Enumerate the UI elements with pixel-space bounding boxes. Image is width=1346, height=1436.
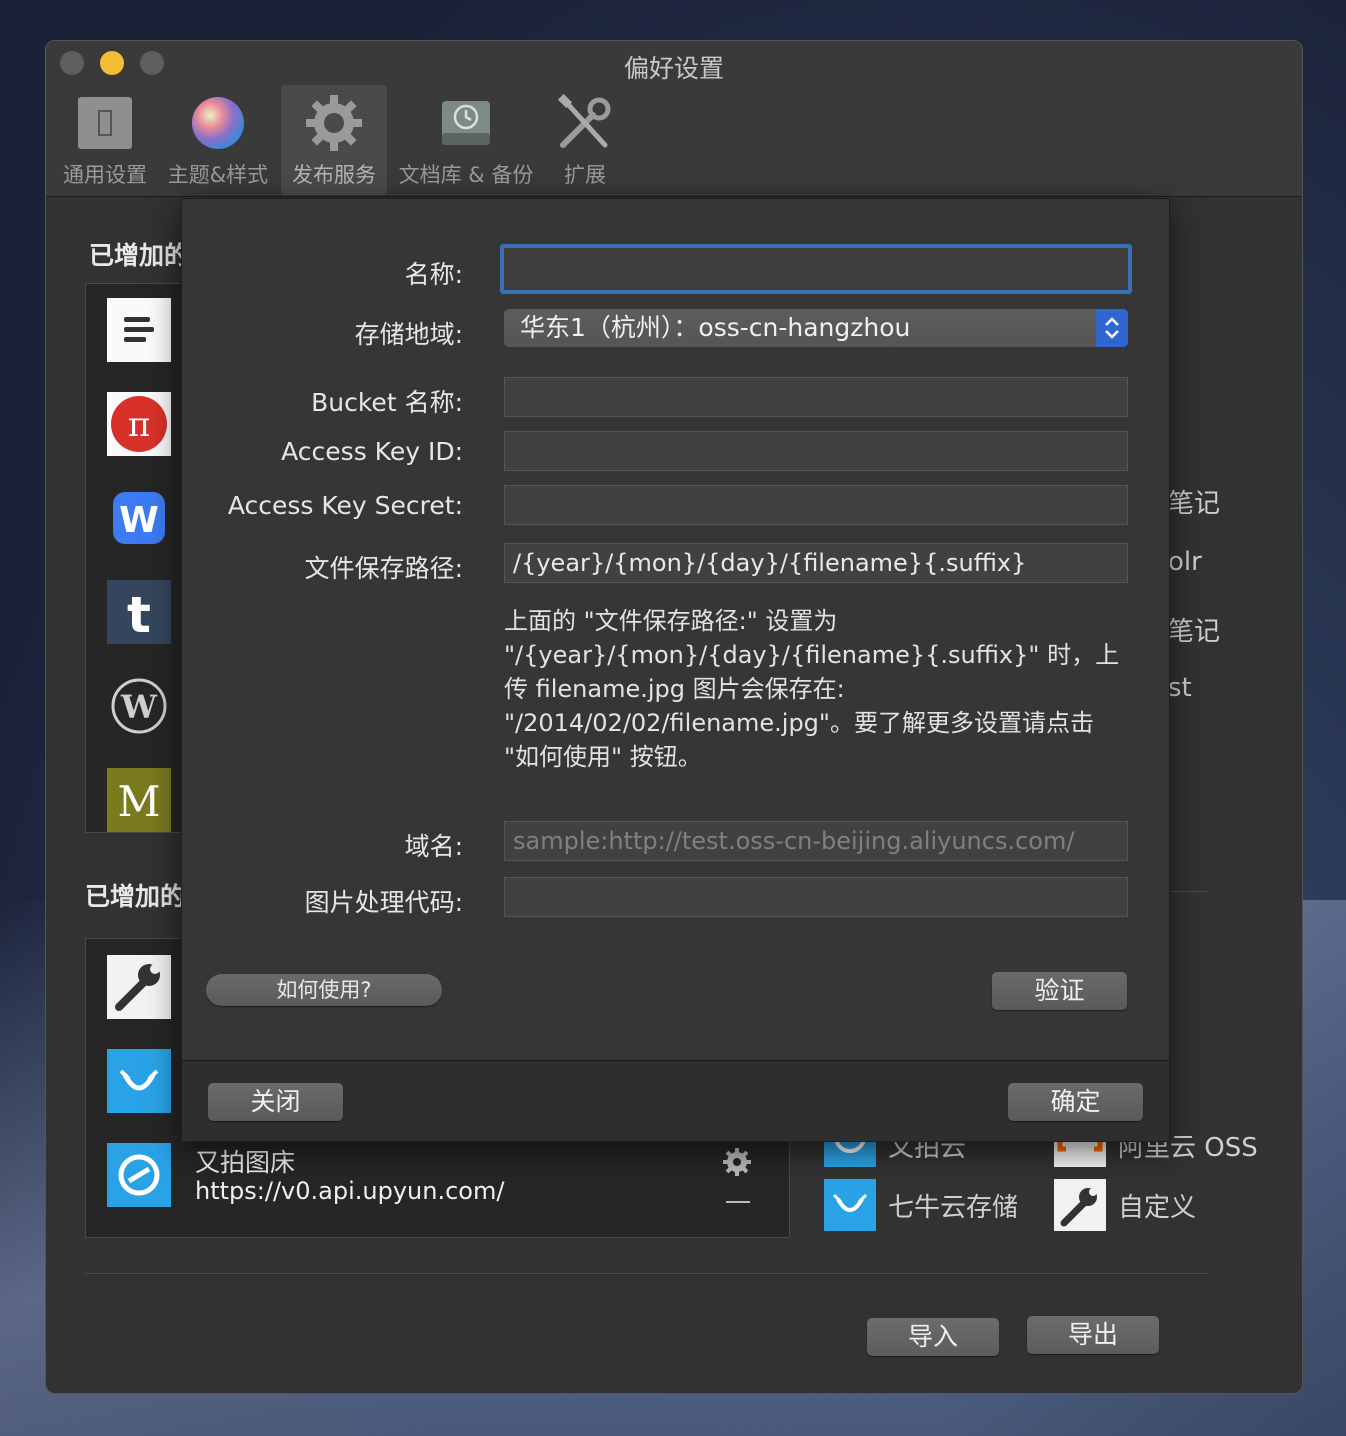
tab-label: 主题&样式: [167, 163, 269, 187]
svg-text:W: W: [119, 500, 159, 541]
pi-service-icon: π: [107, 392, 171, 456]
tab-general[interactable]: 通用设置: [58, 85, 152, 195]
color-wheel-icon: [192, 97, 244, 149]
bucket-label: Bucket 名称:: [311, 388, 463, 417]
tumblr-service-icon: t: [107, 580, 171, 644]
preferences-window: 偏好设置 通用设置 主题&样式 发布服务 文档库 & 备份 扩展 已增加的 π …: [45, 40, 1303, 1394]
tools-icon: [557, 93, 611, 148]
how-to-use-button[interactable]: 如何使用?: [206, 974, 442, 1006]
save-path-label: 文件保存路径:: [304, 554, 463, 583]
service-label-partial: olr: [1168, 547, 1202, 577]
wrench-icon: [107, 955, 171, 1019]
region-label: 存储地域:: [354, 320, 463, 349]
gear-icon: [306, 95, 362, 151]
section-title-image: 已增加的: [85, 882, 186, 911]
service-label-partial: st: [1168, 673, 1192, 703]
wordpress-com-service-icon: W: [113, 492, 165, 544]
medium-service-icon: M: [107, 768, 171, 832]
notes-service-icon: [107, 298, 171, 362]
select-arrows-icon: [1096, 309, 1128, 347]
switch-icon: [78, 97, 132, 149]
region-value: 华东1（杭州）：oss-cn-hangzhou: [520, 313, 911, 342]
image-service-url: https://v0.api.upyun.com/: [195, 1177, 505, 1205]
tab-label: 发布服务: [292, 163, 376, 187]
section-title-publish: 已增加的: [89, 241, 190, 270]
verify-button[interactable]: 验证: [992, 972, 1127, 1010]
name-label: 名称:: [404, 260, 463, 289]
wordpress-service-icon: W: [107, 674, 171, 738]
option-qiniu[interactable]: 七牛云存储: [888, 1187, 1018, 1224]
tab-library-backup[interactable]: 文档库 & 备份: [394, 85, 538, 195]
import-button[interactable]: 导入: [867, 1318, 999, 1356]
access-key-secret-label: Access Key Secret:: [227, 491, 463, 520]
svg-text:π: π: [128, 405, 150, 445]
titlebar: 偏好设置 通用设置 主题&样式 发布服务 文档库 & 备份 扩展: [46, 41, 1302, 197]
tab-extensions[interactable]: 扩展: [546, 85, 624, 195]
name-input[interactable]: [500, 244, 1132, 294]
tab-publish[interactable]: 发布服务: [281, 85, 387, 195]
qiniu-icon: [107, 1049, 171, 1113]
tab-label: 文档库 & 备份: [398, 163, 534, 187]
remove-icon[interactable]: [726, 1201, 750, 1203]
image-processing-input[interactable]: [504, 877, 1128, 917]
close-button[interactable]: 关闭: [208, 1083, 343, 1121]
window-title: 偏好设置: [623, 54, 724, 83]
divider: [85, 1273, 1209, 1274]
sheet-footer: 关闭 确定: [182, 1060, 1169, 1141]
oss-config-sheet: 名称: 存储地域: 华东1（杭州）：oss-cn-hangzhou Bucket…: [181, 198, 1170, 1142]
access-key-id-label: Access Key ID:: [281, 437, 463, 466]
export-button[interactable]: 导出: [1027, 1316, 1159, 1354]
tab-theme[interactable]: 主题&样式: [164, 85, 272, 195]
region-select[interactable]: 华东1（杭州）：oss-cn-hangzhou: [504, 309, 1128, 347]
svg-text:M: M: [117, 777, 160, 826]
wrench-icon[interactable]: [1054, 1179, 1106, 1231]
tab-label: 通用设置: [63, 163, 147, 187]
domain-label: 域名:: [404, 832, 463, 861]
tab-label: 扩展: [564, 163, 606, 187]
image-service-name: 又拍图床: [195, 1148, 296, 1177]
qiniu-icon[interactable]: [824, 1179, 876, 1231]
confirm-button[interactable]: 确定: [1008, 1083, 1143, 1121]
svg-text:W: W: [120, 688, 158, 726]
upyun-icon: [107, 1143, 171, 1207]
access-key-secret-input[interactable]: [504, 485, 1128, 525]
access-key-id-input[interactable]: [504, 431, 1128, 471]
service-label-partial: 笔记: [1168, 489, 1221, 519]
image-processing-label: 图片处理代码:: [304, 888, 463, 917]
publish-services-list[interactable]: π W t W M: [85, 283, 183, 833]
domain-input[interactable]: [504, 821, 1128, 861]
gear-icon[interactable]: [722, 1147, 752, 1177]
time-machine-icon: [442, 101, 490, 145]
service-label-partial: 笔记: [1168, 617, 1221, 647]
path-hint-text: 上面的 "文件保存路径:" 设置为 "/{year}/{mon}/{day}/{…: [504, 607, 1120, 771]
svg-text:t: t: [127, 586, 151, 644]
save-path-input[interactable]: [504, 543, 1128, 583]
bucket-input[interactable]: [504, 377, 1128, 417]
option-custom[interactable]: 自定义: [1118, 1187, 1196, 1224]
